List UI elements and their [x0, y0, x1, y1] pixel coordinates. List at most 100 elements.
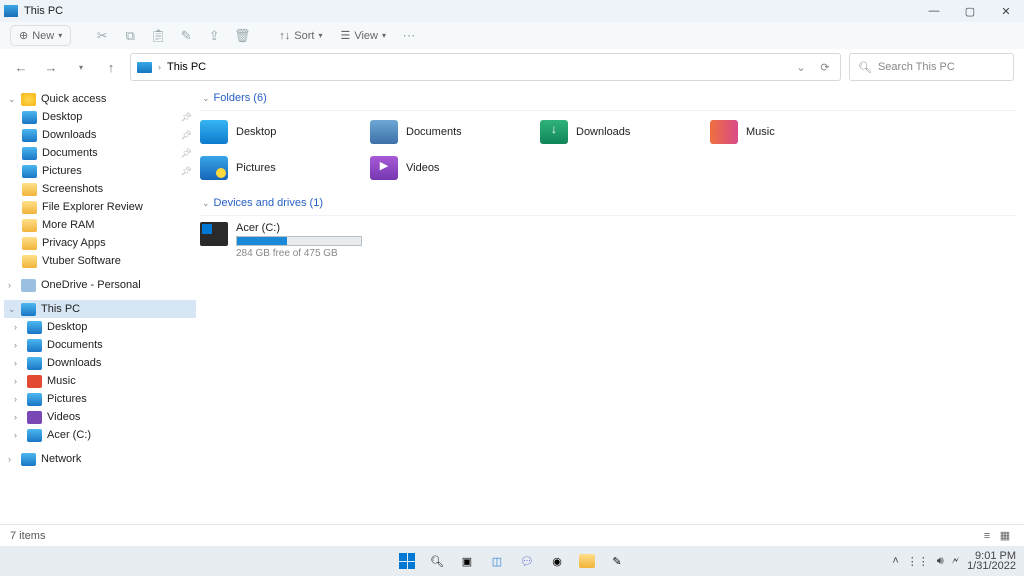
sidebar-item[interactable]: Screenshots	[4, 180, 196, 198]
sidebar-label: Quick access	[41, 93, 106, 105]
pin-icon: 📌︎	[181, 130, 192, 141]
sidebar-item-label: Downloads	[42, 129, 96, 141]
folder-label: Downloads	[576, 126, 630, 138]
wifi-icon[interactable]: ⋮⋮	[907, 555, 929, 568]
sidebar-item[interactable]: ›Documents	[4, 336, 196, 354]
pin-icon: 📌︎	[181, 148, 192, 159]
address-bar[interactable]: › This PC ⌄ ⟳	[130, 53, 841, 81]
folder-item[interactable]: Pictures	[200, 153, 358, 183]
sidebar-item-label: Acer (C:)	[47, 429, 91, 441]
chevron-right-icon: ›	[14, 376, 22, 386]
recent-button[interactable]: ▾	[70, 56, 92, 78]
folder-item[interactable]: Documents	[370, 117, 528, 147]
sort-button[interactable]: ↑↓ Sort ▾	[273, 27, 328, 45]
section-devices[interactable]: ⌄ Devices and drives (1)	[200, 193, 1016, 216]
cut-icon[interactable]: ✂	[91, 25, 113, 47]
battery-icon[interactable]: 🗲	[952, 555, 959, 568]
details-view-button[interactable]: ≡	[978, 528, 996, 544]
maximize-button[interactable]: ▢	[952, 0, 988, 22]
folder-icon	[200, 156, 228, 180]
drive-label: Acer (C:)	[236, 222, 362, 234]
chat-icon[interactable]: 💬︎	[516, 550, 538, 572]
star-icon	[21, 93, 36, 106]
tray-chevron-icon[interactable]: ˄	[892, 555, 898, 567]
task-view-icon[interactable]: ▣	[456, 550, 478, 572]
sidebar-item[interactable]: Documents 📌︎	[4, 144, 196, 162]
sidebar-item[interactable]: ›Downloads	[4, 354, 196, 372]
sidebar-item-label: Documents	[42, 147, 98, 159]
copy-icon[interactable]: ⧉	[119, 25, 141, 47]
minimize-button[interactable]: —	[916, 0, 952, 22]
start-button[interactable]	[396, 550, 418, 572]
sidebar-item[interactable]: File Explorer Review	[4, 198, 196, 216]
back-button[interactable]: ←	[10, 56, 32, 78]
forward-button[interactable]: →	[40, 56, 62, 78]
folder-icon	[22, 219, 37, 232]
rename-icon[interactable]: ✎	[175, 25, 197, 47]
folder-item[interactable]: Desktop	[200, 117, 358, 147]
tiles-view-button[interactable]: ▦	[996, 528, 1014, 544]
sidebar-network[interactable]: › Network	[4, 450, 196, 468]
chevron-right-icon: ›	[14, 430, 22, 440]
sidebar-item-label: Vtuber Software	[42, 255, 121, 267]
search-icon: 🔍︎	[858, 61, 872, 74]
folder-icon	[22, 237, 37, 250]
sidebar-item[interactable]: ›Desktop	[4, 318, 196, 336]
app-icon[interactable]: ✎	[606, 550, 628, 572]
sidebar-item-label: Videos	[47, 411, 80, 423]
chevron-down-icon[interactable]: ⌄	[792, 61, 810, 74]
new-button[interactable]: ⊕ New ▾	[10, 25, 71, 46]
chevron-down-icon: ▾	[318, 31, 322, 40]
sidebar-onedrive[interactable]: › OneDrive - Personal	[4, 276, 196, 294]
folder-icon	[27, 411, 42, 424]
chrome-icon[interactable]: ◉	[546, 550, 568, 572]
explorer-icon[interactable]	[576, 550, 598, 572]
sidebar: ⌄ Quick access Desktop📌︎Downloads📌︎Docum…	[0, 84, 200, 524]
close-button[interactable]: ✕	[988, 0, 1024, 22]
folder-item[interactable]: Videos	[370, 153, 528, 183]
section-folders[interactable]: ⌄ Folders (6)	[200, 88, 1016, 111]
view-button[interactable]: ☰ View ▾	[334, 26, 392, 45]
folder-icon	[710, 120, 738, 144]
paste-icon[interactable]: 📋︎	[147, 25, 169, 47]
sidebar-item[interactable]: ›Videos	[4, 408, 196, 426]
widgets-icon[interactable]: ◫	[486, 550, 508, 572]
refresh-icon[interactable]: ⟳	[816, 61, 834, 74]
sidebar-item[interactable]: Downloads 📌︎	[4, 126, 196, 144]
more-icon[interactable]: ⋯	[398, 25, 420, 47]
sidebar-item[interactable]: Pictures📌︎	[4, 162, 196, 180]
chevron-down-icon: ▾	[58, 31, 62, 40]
folder-label: Music	[746, 126, 775, 138]
search-icon[interactable]: 🔍︎	[426, 550, 448, 572]
drive-item[interactable]: Acer (C:) 284 GB free of 475 GB	[200, 222, 1016, 259]
folder-icon	[27, 357, 42, 370]
sidebar-quick-access[interactable]: ⌄ Quick access	[4, 90, 196, 108]
clock[interactable]: 9:01 PM 1/31/2022	[967, 551, 1016, 571]
sidebar-label: This PC	[41, 303, 80, 315]
sidebar-item[interactable]: Privacy Apps	[4, 234, 196, 252]
folder-item[interactable]: Music	[710, 117, 868, 147]
folder-item[interactable]: Downloads	[540, 117, 698, 147]
cloud-icon	[21, 279, 36, 292]
sidebar-item[interactable]: Vtuber Software	[4, 252, 196, 270]
delete-icon[interactable]: 🗑︎	[231, 25, 253, 47]
sidebar-item[interactable]: Desktop📌︎	[4, 108, 196, 126]
sidebar-item[interactable]: More RAM	[4, 216, 196, 234]
up-button[interactable]: ↑	[100, 56, 122, 78]
toolbar: ⊕ New ▾ ✂ ⧉ 📋︎ ✎ ⇪ 🗑︎ ↑↓ Sort ▾ ☰ View ▾…	[0, 22, 1024, 50]
chevron-right-icon: ›	[8, 454, 16, 464]
sidebar-item[interactable]: › Acer (C:)	[4, 426, 196, 444]
search-input[interactable]: 🔍︎ Search This PC	[849, 53, 1014, 81]
volume-icon[interactable]: 🔊︎	[937, 555, 944, 568]
sidebar-this-pc[interactable]: ⌄ This PC	[4, 300, 196, 318]
view-label: View	[354, 30, 378, 42]
folder-icon	[22, 111, 37, 124]
share-icon[interactable]: ⇪	[203, 25, 225, 47]
sidebar-item[interactable]: ›Pictures	[4, 390, 196, 408]
drive-free-text: 284 GB free of 475 GB	[236, 248, 362, 259]
chevron-right-icon: ›	[14, 340, 22, 350]
sidebar-item[interactable]: ›Music	[4, 372, 196, 390]
clock-date: 1/31/2022	[967, 561, 1016, 571]
pin-icon: 📌︎	[181, 112, 192, 123]
view-icon: ☰	[340, 29, 350, 42]
